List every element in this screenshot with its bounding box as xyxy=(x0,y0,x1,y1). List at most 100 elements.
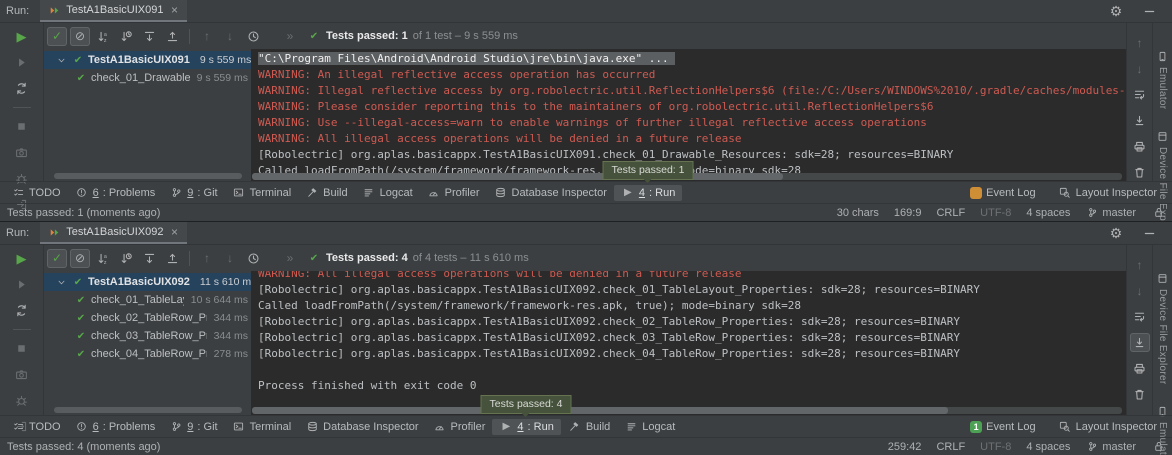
scroll-down-icon[interactable]: ↓ xyxy=(1130,281,1150,300)
console-output[interactable]: WARNING: All illegal access operations w… xyxy=(251,271,1126,415)
stop-icon[interactable] xyxy=(12,339,32,358)
rerun-icon[interactable] xyxy=(12,275,32,294)
test-tree-row[interactable]: ✔TestA1BasicUIX092(org.aplas.basica11 s … xyxy=(44,273,251,291)
dock-item-terminal[interactable]: Terminal xyxy=(225,185,299,201)
dock-item-layout-inspector[interactable]: Layout Inspector xyxy=(1051,185,1164,201)
console-hscrollbar-thumb[interactable] xyxy=(252,407,948,414)
more-options-icon[interactable]: » xyxy=(280,249,300,268)
dock-item-event-log[interactable]: 1Event Log xyxy=(963,419,1043,435)
print-icon[interactable] xyxy=(1130,137,1150,156)
clear-all-icon[interactable] xyxy=(1130,163,1150,182)
expand-all-icon[interactable] xyxy=(139,27,159,46)
next-failed-test-icon[interactable]: ↓ xyxy=(220,27,240,46)
status-utf-8[interactable]: UTF-8 xyxy=(980,441,1011,453)
dock-item-database-inspector[interactable]: Database Inspector xyxy=(487,185,614,201)
chevron-down-icon[interactable] xyxy=(54,53,68,67)
test-history-icon[interactable] xyxy=(243,249,263,268)
hide-icon[interactable] xyxy=(1139,224,1159,243)
test-tree-row[interactable]: ✔check_04_TableRow_Properties278 ms xyxy=(44,345,251,363)
print-icon[interactable] xyxy=(1130,359,1150,378)
unlock-icon[interactable] xyxy=(1151,440,1165,454)
test-history-icon[interactable] xyxy=(243,27,263,46)
dock-item-logcat[interactable]: Logcat xyxy=(617,419,682,435)
show-passed-icon[interactable]: ✓ xyxy=(47,249,67,268)
sort-alphabetically-icon[interactable]: az xyxy=(93,27,113,46)
test-tree-row[interactable]: ✔check_01_TableLayout_Properties10 s 644… xyxy=(44,291,251,309)
scroll-up-icon[interactable]: ↑ xyxy=(1130,33,1150,52)
run-tab[interactable]: TestA1BasicUIX091× xyxy=(40,0,187,22)
tree-hscrollbar[interactable] xyxy=(54,407,242,413)
dock-item-profiler[interactable]: Profiler xyxy=(426,419,493,435)
dock-item-git[interactable]: 9: Git xyxy=(162,185,224,201)
previous-failed-test-icon[interactable]: ↑ xyxy=(197,27,217,46)
status-259-42[interactable]: 259:42 xyxy=(888,441,922,453)
status-crlf[interactable]: CRLF xyxy=(936,441,965,453)
hide-icon[interactable] xyxy=(1139,2,1159,21)
collapse-all-icon[interactable] xyxy=(162,249,182,268)
scroll-to-end-icon[interactable] xyxy=(1130,333,1150,352)
stop-icon[interactable] xyxy=(12,117,32,136)
status-4-spaces[interactable]: 4 spaces xyxy=(1026,207,1070,219)
status-30-chars[interactable]: 30 chars xyxy=(837,207,879,219)
close-icon[interactable]: × xyxy=(168,225,180,239)
soft-wrap-icon[interactable] xyxy=(1130,307,1150,326)
thread-dump-icon[interactable] xyxy=(12,391,32,410)
tree-hscrollbar[interactable] xyxy=(54,173,242,179)
status-crlf[interactable]: CRLF xyxy=(936,207,965,219)
collapse-all-icon[interactable] xyxy=(162,27,182,46)
test-tree-row[interactable]: ✔TestA1BasicUIX091(org.aplas.basica9 s 5… xyxy=(44,51,251,69)
previous-failed-test-icon[interactable]: ↑ xyxy=(197,249,217,268)
dock-item-todo[interactable]: TODO xyxy=(4,419,68,435)
expand-all-icon[interactable] xyxy=(139,249,159,268)
test-tree-row[interactable]: ✔check_02_TableRow_Properties344 ms xyxy=(44,309,251,327)
dock-item-profiler[interactable]: Profiler xyxy=(420,185,487,201)
rerun-failed-icon[interactable] xyxy=(12,301,32,320)
tool-button-emulator[interactable]: Emulator xyxy=(1156,49,1170,109)
sort-by-duration-icon[interactable] xyxy=(116,249,136,268)
dock-item-build[interactable]: Build xyxy=(561,419,617,435)
more-options-icon[interactable]: » xyxy=(280,27,300,46)
run-icon[interactable]: ▶ xyxy=(12,27,32,46)
rerun-icon[interactable] xyxy=(12,53,32,72)
test-tree-row[interactable]: ✔check_03_TableRow_Properties344 ms xyxy=(44,327,251,345)
status-169-9[interactable]: 169:9 xyxy=(894,207,922,219)
settings-icon[interactable]: ⚙ xyxy=(1106,224,1126,243)
scroll-down-icon[interactable]: ↓ xyxy=(1130,59,1150,78)
screenshot-icon[interactable] xyxy=(12,143,32,162)
git-branch-widget[interactable]: master xyxy=(1085,440,1136,454)
run-tab[interactable]: TestA1BasicUIX092× xyxy=(40,222,187,244)
dock-item-terminal[interactable]: Terminal xyxy=(225,419,299,435)
close-icon[interactable]: × xyxy=(168,3,180,17)
status-utf-8[interactable]: UTF-8 xyxy=(980,207,1011,219)
chevron-down-icon[interactable] xyxy=(54,275,68,289)
sort-alphabetically-icon[interactable]: az xyxy=(93,249,113,268)
show-ignored-icon[interactable]: ⊘ xyxy=(70,27,90,46)
status-4-spaces[interactable]: 4 spaces xyxy=(1026,441,1070,453)
settings-icon[interactable]: ⚙ xyxy=(1106,2,1126,21)
dock-item-build[interactable]: Build xyxy=(298,185,354,201)
git-branch-widget[interactable]: master xyxy=(1085,206,1136,220)
dock-item-database-inspector[interactable]: Database Inspector xyxy=(298,419,425,435)
test-tree-row[interactable]: ✔check_01_Drawable_Resources9 s 559 ms xyxy=(44,69,251,87)
dock-item-todo[interactable]: TODO xyxy=(4,185,68,201)
dock-item-layout-inspector[interactable]: Layout Inspector xyxy=(1051,419,1164,435)
tool-button-device-file-explorer[interactable]: Device File Explorer xyxy=(1156,271,1170,384)
dock-item-problems[interactable]: 6: Problems xyxy=(68,185,163,201)
next-failed-test-icon[interactable]: ↓ xyxy=(220,249,240,268)
dock-item-git[interactable]: 9: Git xyxy=(162,419,224,435)
dock-item-event-log[interactable]: Event Log xyxy=(963,185,1043,201)
clear-all-icon[interactable] xyxy=(1130,385,1150,404)
dock-item-problems[interactable]: 6: Problems xyxy=(68,419,163,435)
scroll-to-end-icon[interactable] xyxy=(1130,111,1150,130)
sort-by-duration-icon[interactable] xyxy=(116,27,136,46)
dock-item-logcat[interactable]: Logcat xyxy=(355,185,420,201)
show-ignored-icon[interactable]: ⊘ xyxy=(70,249,90,268)
console-hscrollbar-thumb[interactable] xyxy=(252,173,783,180)
unlock-icon[interactable] xyxy=(1151,206,1165,220)
rerun-failed-icon[interactable] xyxy=(12,79,32,98)
screenshot-icon[interactable] xyxy=(12,365,32,384)
scroll-up-icon[interactable]: ↑ xyxy=(1130,255,1150,274)
soft-wrap-icon[interactable] xyxy=(1130,85,1150,104)
run-icon[interactable]: ▶ xyxy=(12,249,32,268)
show-passed-icon[interactable]: ✓ xyxy=(47,27,67,46)
